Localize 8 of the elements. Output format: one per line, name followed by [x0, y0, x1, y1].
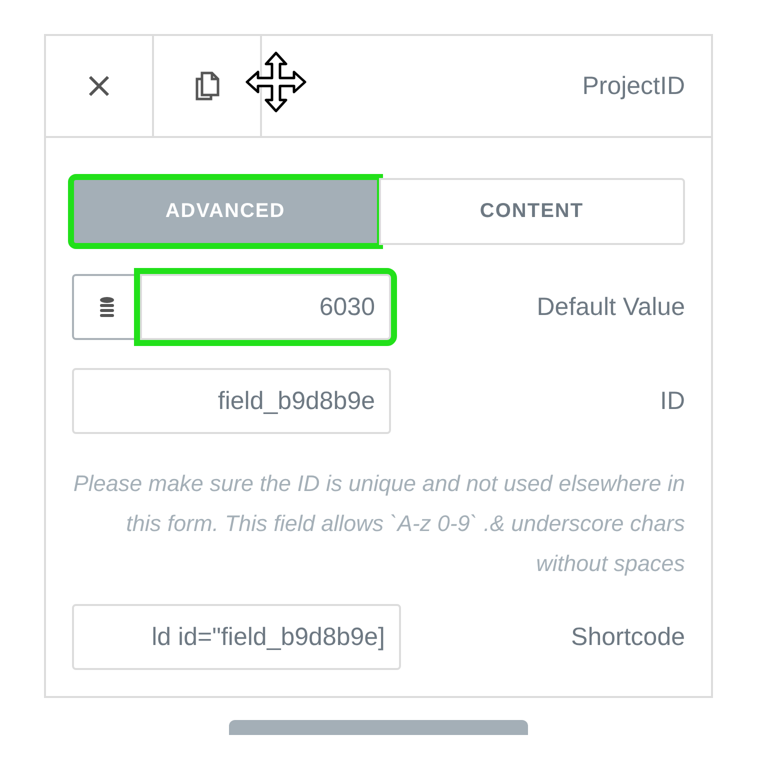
input-field[interactable]: ld id="field_b9d8b9e]	[72, 604, 401, 670]
help-text: Please make sure the ID is unique and not used elsewhere in this form. This field allows `A-z 0-9` .& underscore chars without spaces	[72, 470, 685, 578]
panel-title: ProjectID	[582, 72, 685, 100]
tab[interactable]: CONTENT	[378, 178, 685, 245]
input-field[interactable]: field_b9d8b9e	[72, 368, 391, 434]
field-label: ID	[660, 386, 685, 416]
field-label: Default Value	[536, 292, 685, 322]
field-label: Shortcode	[571, 622, 685, 652]
